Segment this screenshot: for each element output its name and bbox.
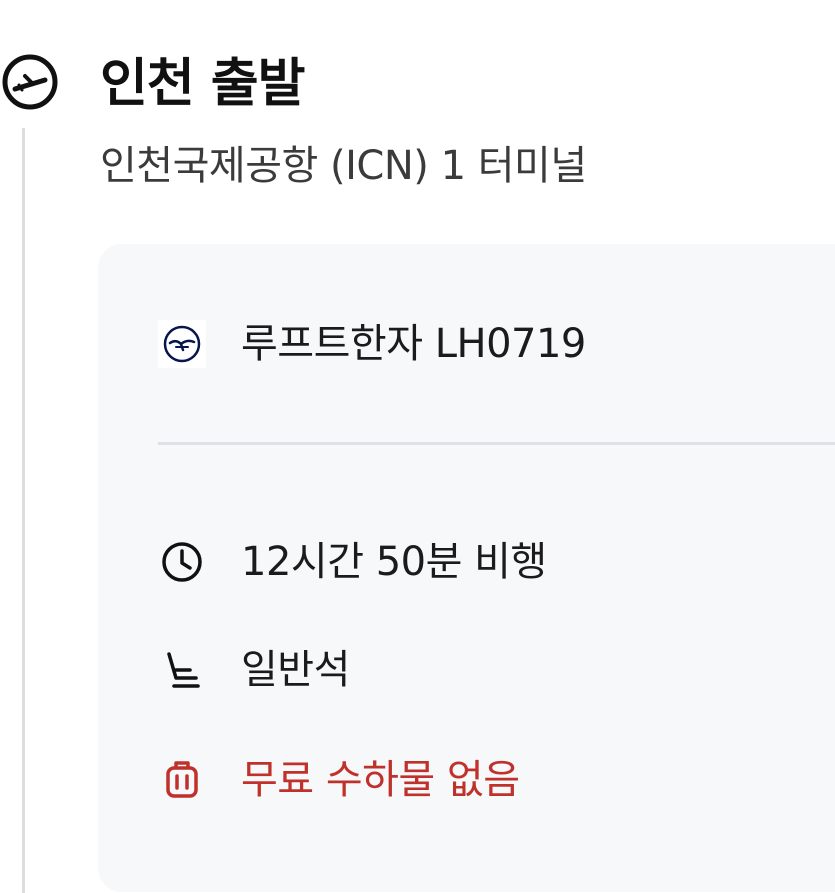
lufthansa-logo-icon: [158, 320, 206, 368]
cabin-class: 일반석: [241, 647, 350, 693]
departure-title: 인천 출발: [100, 54, 305, 114]
clock-icon: [158, 538, 206, 586]
flight-duration: 12시간 50분 비행: [241, 539, 547, 585]
timeline-line: [22, 128, 25, 893]
luggage-icon: [158, 756, 206, 804]
baggage-row: 무료 수하물 없음: [158, 752, 520, 808]
seat-icon: [158, 646, 206, 694]
duration-row: 12시간 50분 비행: [158, 534, 547, 590]
airplane-takeoff-icon: [0, 52, 60, 112]
baggage-allowance: 무료 수하물 없음: [241, 757, 520, 803]
cabin-row: 일반석: [158, 642, 350, 698]
airline-flight-number: 루프트한자 LH0719: [241, 321, 586, 367]
airline-row: 루프트한자 LH0719: [158, 316, 586, 372]
card-divider: [158, 442, 835, 445]
flight-itinerary-page: 인천 출발 인천국제공항 (ICN) 1 터미널 루프트한자 LH0719 12…: [0, 0, 835, 893]
departure-airport: 인천국제공항 (ICN) 1 터미널: [100, 143, 587, 189]
flight-segment-card: 루프트한자 LH0719 12시간 50분 비행 일반석 무료 수하물 없음: [98, 244, 835, 892]
